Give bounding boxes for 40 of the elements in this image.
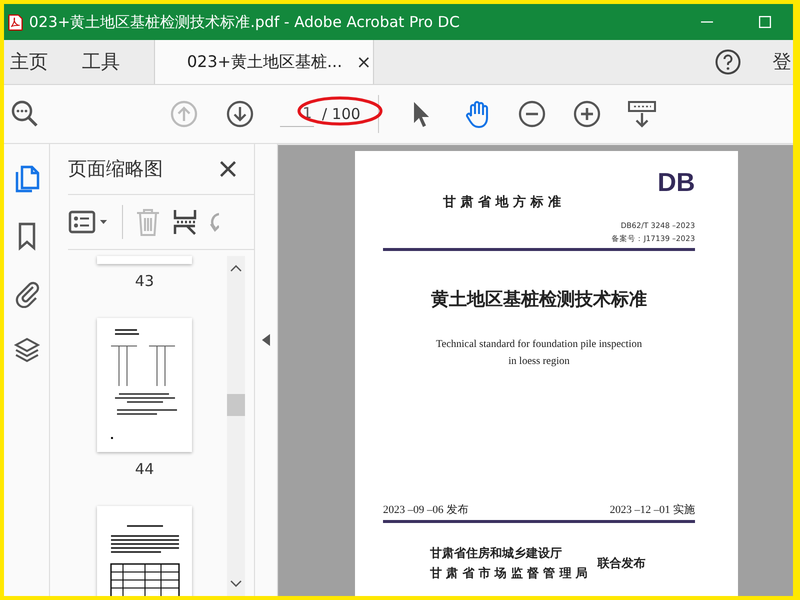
tab-label: 023+黄土地区基桩...: [187, 52, 342, 72]
scrollbar-thumb[interactable]: [227, 394, 245, 416]
effective-date: 2023 –12 –01 实施: [610, 502, 695, 517]
pdf-file-icon: [8, 14, 23, 30]
scroll-up-icon[interactable]: [230, 264, 242, 272]
maximize-icon[interactable]: [759, 16, 771, 28]
joint-issue-label: 联合发布: [598, 554, 646, 572]
help-icon[interactable]: [715, 49, 741, 75]
close-tab-button[interactable]: ×: [356, 52, 372, 72]
zoom-out-icon[interactable]: [518, 100, 546, 128]
issue-date: 2023 –09 –06 发布: [383, 503, 468, 517]
standard-code: DB: [657, 167, 695, 198]
publisher-name: 甘肃省住房和城乡建设厅: [430, 545, 563, 562]
page-number-label: 43: [134, 272, 154, 290]
collapse-arrow-icon[interactable]: [262, 334, 270, 346]
extract-pages-icon[interactable]: [173, 208, 197, 236]
english-title-line: Technical standard for foundation pile inspection: [436, 338, 642, 352]
window-title: 023+黄土地区基桩检测技术标准.pdf - Adobe Acrobat Pro DC: [29, 12, 460, 32]
close-icon[interactable]: [220, 161, 236, 177]
scrollbar[interactable]: [227, 256, 245, 596]
scroll-down-icon[interactable]: [230, 580, 242, 588]
english-title-line: in loess region: [508, 355, 570, 369]
keyboard-down-icon[interactable]: [627, 99, 657, 129]
next-page-button[interactable]: [226, 100, 254, 128]
thumbnail-options-icon[interactable]: [68, 209, 110, 235]
page-number-label: 44: [134, 460, 154, 478]
document-tab[interactable]: 023+黄土地区基桩... ×: [154, 40, 374, 84]
page-count: / 100: [322, 105, 360, 123]
layers-icon[interactable]: [12, 335, 40, 365]
document-title: 黄土地区基桩检测技术标准: [430, 288, 648, 311]
nav-tab[interactable]: 主页: [4, 40, 76, 84]
zoom-in-icon[interactable]: [573, 100, 601, 128]
panel-title: 页面缩略图: [68, 157, 163, 182]
page-thumbnail[interactable]: [97, 256, 192, 264]
page-thumbnail[interactable]: [97, 318, 192, 452]
nav-tab[interactable]: 工具: [76, 40, 148, 84]
publisher-name: 甘 肃 省 市 场 监 督 管 理 局: [430, 565, 588, 582]
sign-in-button[interactable]: 登: [771, 40, 793, 84]
standard-series: 甘 肃 省 地 方 标 准: [443, 194, 562, 211]
search-icon[interactable]: [10, 99, 40, 129]
